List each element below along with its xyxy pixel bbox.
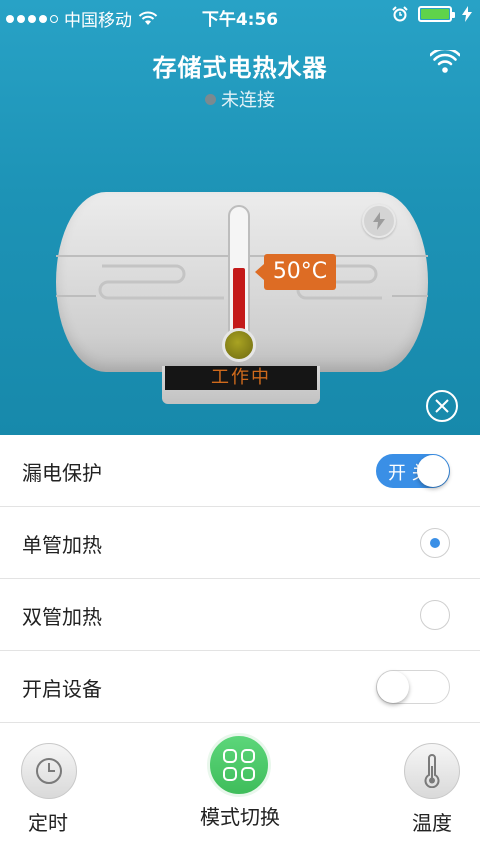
clock-icon — [36, 758, 62, 784]
setting-label-single-tube-heating: 单管加热 — [22, 533, 102, 557]
tab-label-timer: 定时 — [28, 811, 68, 835]
setting-label-open-device: 开启设备 — [22, 677, 102, 701]
thermometer-bulb — [222, 328, 256, 362]
mode-switch-button[interactable] — [207, 733, 271, 797]
tab-temperature[interactable]: 温度 — [367, 725, 480, 852]
wifi-connect-icon[interactable] — [430, 50, 460, 74]
single-tube-heating-radio[interactable] — [420, 528, 450, 558]
heater-power-button[interactable] — [362, 204, 396, 238]
leakage-protection-toggle[interactable]: 开 关 — [376, 454, 450, 488]
tab-label-temperature: 温度 — [412, 811, 452, 835]
page-title: 存储式电热水器 — [152, 54, 328, 82]
setting-label-leakage-protection: 漏电保护 — [22, 461, 102, 485]
setting-row-leakage-protection: 漏电保护 开 关 — [0, 435, 480, 507]
connection-status: 未连接 — [0, 86, 480, 112]
setting-row-double-tube-heating[interactable]: 双管加热 — [0, 579, 480, 651]
open-device-toggle[interactable] — [376, 670, 450, 704]
setting-row-single-tube-heating[interactable]: 单管加热 — [0, 507, 480, 579]
charging-bolt-icon — [462, 6, 472, 22]
radio-selected-dot — [430, 538, 440, 548]
temperature-button[interactable] — [404, 743, 460, 799]
heater-status-display: 工作中 — [165, 366, 317, 390]
tab-label-mode-switch: 模式切换 — [200, 805, 280, 829]
setting-row-open-device: 开启设备 — [0, 651, 480, 723]
connection-status-text: 未连接 — [221, 90, 275, 111]
temperature-label: 50°C — [255, 254, 336, 290]
heater-panel: 中国移动 下午4:56 存储式电热水器 未连接 工作中 50°C — [0, 0, 480, 435]
tab-mode-switch[interactable]: 模式切换 — [175, 725, 305, 852]
toggle-knob — [417, 455, 449, 487]
setting-label-double-tube-heating: 双管加热 — [22, 605, 102, 629]
grid-mode-icon — [223, 749, 255, 781]
double-tube-heating-radio[interactable] — [420, 600, 450, 630]
alarm-clock-icon — [392, 6, 408, 22]
connection-indicator-dot — [205, 94, 216, 105]
toggle-knob — [377, 671, 409, 703]
battery-icon — [418, 6, 455, 22]
tab-timer[interactable]: 定时 — [0, 725, 113, 852]
close-button[interactable] — [426, 390, 458, 422]
close-icon — [435, 399, 449, 413]
thermometer-icon — [424, 754, 440, 788]
bottom-tab-bar: 定时 模式切换 温度 — [0, 725, 480, 852]
timer-button[interactable] — [21, 743, 77, 799]
lightning-icon — [373, 212, 385, 230]
status-bar: 中国移动 下午4:56 — [0, 0, 480, 32]
